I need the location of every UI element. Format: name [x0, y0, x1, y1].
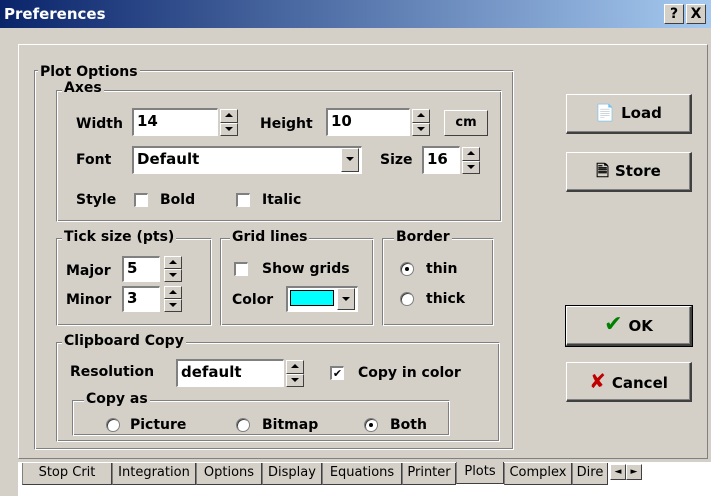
border-thick-radio[interactable]	[400, 292, 414, 306]
width-input[interactable]: 14	[132, 108, 218, 136]
bold-checkbox[interactable]	[134, 193, 148, 207]
checkmark-icon: ✔	[604, 312, 623, 337]
copy-as-picture-radio[interactable]	[106, 418, 120, 432]
load-icon: 📄	[595, 103, 616, 122]
x-icon: ✘	[589, 369, 606, 393]
unit-button[interactable]: cm	[444, 110, 488, 136]
store-button[interactable]: 🗎 Store	[566, 152, 692, 192]
tab-scroll-right-icon[interactable]: ►	[626, 464, 642, 480]
width-spinner[interactable]	[220, 109, 238, 136]
copy-in-color-label: Copy in color	[358, 365, 461, 381]
tab-display[interactable]: Display	[262, 463, 322, 485]
load-button-label: Load	[621, 104, 662, 122]
preferences-dialog: Preferences ? X Plot Options Axes Width …	[0, 0, 711, 496]
copy-as-bitmap-label: Bitmap	[262, 417, 319, 433]
load-button[interactable]: 📄 Load	[566, 94, 692, 134]
italic-label: Italic	[262, 192, 302, 208]
axes-label: Axes	[62, 80, 104, 96]
tab-integration[interactable]: Integration	[112, 463, 196, 485]
major-label: Major	[66, 263, 111, 279]
tab-equations[interactable]: Equations	[322, 463, 402, 485]
minor-label: Minor	[66, 292, 112, 308]
plot-options-label: Plot Options	[38, 64, 140, 80]
help-button[interactable]: ?	[664, 4, 684, 24]
height-input[interactable]: 10	[326, 108, 410, 136]
resolution-input[interactable]: default	[176, 359, 284, 387]
tab-plots[interactable]: Plots	[456, 462, 504, 484]
size-label: Size	[380, 152, 413, 168]
grid-color-label: Color	[232, 292, 274, 308]
tab-stop-crit[interactable]: Stop Crit	[22, 463, 112, 485]
copy-as-both-label: Both	[390, 417, 427, 433]
minor-input[interactable]: 3	[122, 286, 160, 312]
close-button[interactable]: X	[686, 4, 706, 24]
grid-lines-group	[220, 238, 374, 326]
major-spinner[interactable]	[164, 256, 182, 282]
border-thin-radio[interactable]	[400, 262, 414, 276]
grid-color-swatch	[290, 290, 334, 306]
minor-spinner[interactable]	[164, 286, 182, 312]
font-dropdown-button[interactable]	[341, 148, 359, 172]
major-input[interactable]: 5	[122, 256, 160, 282]
checkmark-icon: ✔	[332, 367, 343, 380]
tick-size-label: Tick size (pts)	[62, 229, 177, 245]
cancel-button[interactable]: ✘ Cancel	[566, 362, 692, 402]
tab-scroll-left-icon[interactable]: ◄	[610, 464, 626, 480]
window-title: Preferences	[4, 5, 106, 23]
border-thin-label: thin	[426, 261, 458, 277]
store-button-label: Store	[615, 162, 661, 180]
grid-color-dropdown-button[interactable]	[337, 288, 355, 310]
copy-as-label: Copy as	[84, 391, 150, 407]
font-label: Font	[76, 152, 112, 168]
tab-options[interactable]: Options	[196, 463, 262, 485]
style-label: Style	[76, 192, 117, 208]
copy-as-bitmap-radio[interactable]	[236, 418, 250, 432]
tick-size-group	[56, 238, 212, 326]
show-grids-checkbox[interactable]	[234, 262, 248, 276]
ok-button[interactable]: ✔ OK	[565, 305, 693, 347]
copy-as-both-radio[interactable]	[364, 418, 378, 432]
size-input[interactable]: 16	[422, 146, 460, 174]
tab-dire[interactable]: Dire	[572, 463, 608, 485]
show-grids-label: Show grids	[262, 261, 350, 277]
store-icon: 🗎	[596, 161, 609, 180]
border-group	[382, 238, 494, 326]
height-label: Height	[260, 116, 313, 132]
ok-button-label: OK	[628, 317, 653, 335]
font-select[interactable]: Default	[132, 146, 362, 174]
copy-in-color-checkbox[interactable]: ✔	[330, 366, 344, 380]
border-label: Border	[394, 229, 452, 245]
tab-printer[interactable]: Printer	[402, 463, 456, 485]
border-thick-label: thick	[426, 291, 466, 307]
cancel-button-label: Cancel	[611, 374, 668, 392]
width-label: Width	[76, 116, 123, 132]
title-bar: Preferences ? X	[0, 0, 711, 28]
tab-strip: Stop Crit Integration Options Display Eq…	[18, 462, 711, 496]
resolution-label: Resolution	[70, 364, 155, 380]
size-spinner[interactable]	[462, 147, 480, 174]
copy-as-picture-label: Picture	[130, 417, 187, 433]
bold-label: Bold	[160, 192, 196, 208]
grid-lines-label: Grid lines	[230, 229, 310, 245]
clipboard-copy-label: Clipboard Copy	[62, 333, 186, 349]
italic-checkbox[interactable]	[236, 193, 250, 207]
height-spinner[interactable]	[412, 109, 430, 136]
tab-complex[interactable]: Complex	[504, 463, 572, 485]
resolution-spinner[interactable]	[286, 360, 304, 387]
